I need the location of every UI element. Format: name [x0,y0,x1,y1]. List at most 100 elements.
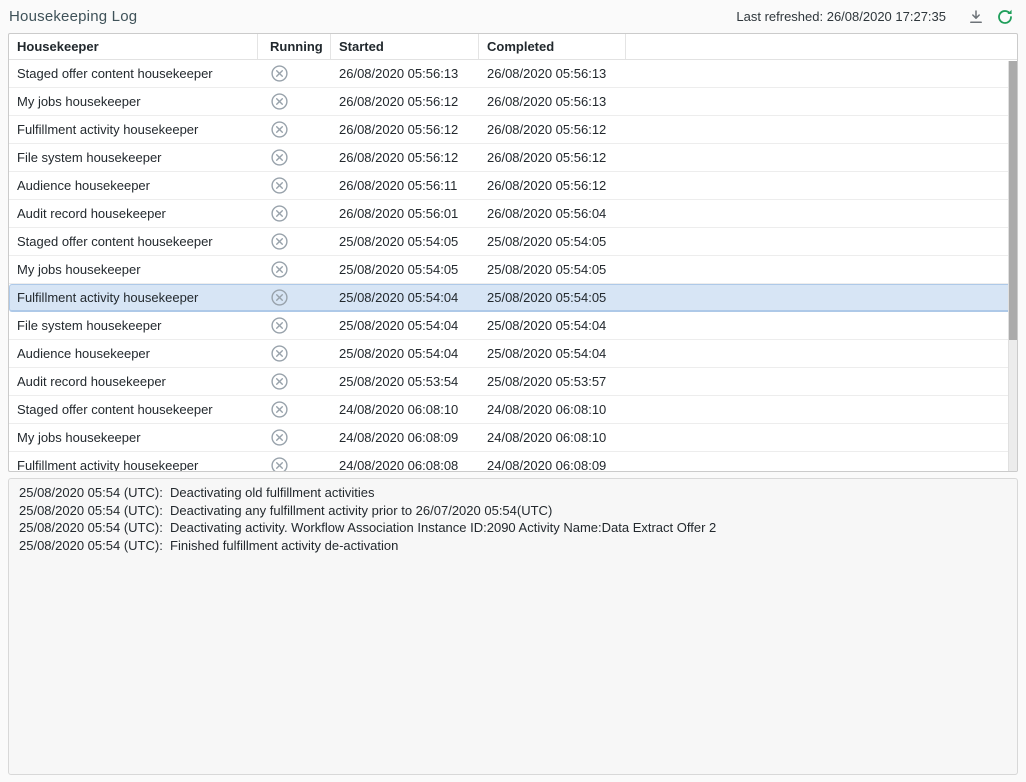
log-line: 25/08/2020 05:54 (UTC): Deactivating act… [19,519,1007,537]
housekeeper-name: My jobs housekeeper [9,424,258,451]
running-cell [258,368,331,395]
started-time: 24/08/2020 06:08:08 [331,452,479,472]
housekeeper-name: Fulfillment activity housekeeper [9,116,258,143]
housekeeper-name: My jobs housekeeper [9,88,258,115]
table-row[interactable]: Fulfillment activity housekeeper 26/08/2… [9,116,1017,144]
log-line: 25/08/2020 05:54 (UTC): Deactivating any… [19,502,1007,520]
housekeeper-name: Audit record housekeeper [9,368,258,395]
running-cell [258,452,331,472]
empty-cell [626,88,1017,115]
running-cell [258,144,331,171]
not-running-circle-x-icon [270,92,289,111]
housekeeper-name: Fulfillment activity housekeeper [9,452,258,472]
completed-time: 24/08/2020 06:08:10 [479,396,626,423]
housekeeper-name: Audience housekeeper [9,340,258,367]
topbar-actions: Last refreshed: 26/08/2020 17:27:35 [736,6,1016,28]
table-row[interactable]: Staged offer content housekeeper 25/08/2… [9,228,1017,256]
empty-cell [626,368,1017,395]
empty-cell [626,228,1017,255]
running-cell [258,116,331,143]
table-row[interactable]: File system housekeeper 26/08/2020 05:56… [9,144,1017,172]
not-running-circle-x-icon [270,344,289,363]
column-header-empty [626,34,1017,59]
table-row[interactable]: Fulfillment activity housekeeper 25/08/2… [9,284,1017,312]
housekeeper-name: My jobs housekeeper [9,256,258,283]
completed-time: 25/08/2020 05:54:05 [479,228,626,255]
running-cell [258,340,331,367]
housekeeping-table: Housekeeper Running Started Completed St… [8,33,1018,472]
table-row[interactable]: Fulfillment activity housekeeper 24/08/2… [9,452,1017,472]
table-header-row: Housekeeper Running Started Completed [9,34,1017,60]
page-title: Housekeeping Log [9,8,137,25]
started-time: 26/08/2020 05:56:11 [331,172,479,199]
table-row[interactable]: My jobs housekeeper 25/08/2020 05:54:05 … [9,256,1017,284]
log-line: 25/08/2020 05:54 (UTC): Finished fulfill… [19,537,1007,555]
completed-time: 26/08/2020 05:56:12 [479,144,626,171]
log-output-panel[interactable]: 25/08/2020 05:54 (UTC): Deactivating old… [8,478,1018,775]
last-refreshed-text: Last refreshed: 26/08/2020 17:27:35 [736,9,946,24]
started-time: 25/08/2020 05:54:04 [331,340,479,367]
housekeeper-name: Audience housekeeper [9,172,258,199]
column-header-running[interactable]: Running [258,34,331,59]
table-row[interactable]: My jobs housekeeper 26/08/2020 05:56:12 … [9,88,1017,116]
column-header-started[interactable]: Started [331,34,479,59]
completed-time: 25/08/2020 05:54:05 [479,256,626,283]
started-time: 25/08/2020 05:54:04 [331,312,479,339]
running-cell [258,396,331,423]
table-body: Staged offer content housekeeper 26/08/2… [9,60,1017,472]
started-time: 26/08/2020 05:56:12 [331,88,479,115]
table-row[interactable]: Staged offer content housekeeper 26/08/2… [9,60,1017,88]
completed-time: 25/08/2020 05:53:57 [479,368,626,395]
not-running-circle-x-icon [270,260,289,279]
started-time: 24/08/2020 06:08:09 [331,424,479,451]
not-running-circle-x-icon [270,456,289,472]
table-row[interactable]: My jobs housekeeper 24/08/2020 06:08:09 … [9,424,1017,452]
empty-cell [626,60,1017,87]
started-time: 25/08/2020 05:54:04 [331,284,479,311]
housekeeper-name: File system housekeeper [9,312,258,339]
empty-cell [626,256,1017,283]
completed-time: 26/08/2020 05:56:12 [479,116,626,143]
running-cell [258,424,331,451]
empty-cell [626,172,1017,199]
column-header-completed[interactable]: Completed [479,34,626,59]
started-time: 26/08/2020 05:56:12 [331,116,479,143]
empty-cell [626,200,1017,227]
table-row[interactable]: Audit record housekeeper 26/08/2020 05:5… [9,200,1017,228]
empty-cell [626,424,1017,451]
table-row[interactable]: Audit record housekeeper 25/08/2020 05:5… [9,368,1017,396]
not-running-circle-x-icon [270,232,289,251]
completed-time: 24/08/2020 06:08:10 [479,424,626,451]
running-cell [258,200,331,227]
refresh-icon[interactable] [994,6,1016,28]
completed-time: 26/08/2020 05:56:04 [479,200,626,227]
table-row[interactable]: File system housekeeper 25/08/2020 05:54… [9,312,1017,340]
log-line: 25/08/2020 05:54 (UTC): Deactivating old… [19,484,1007,502]
table-scrollbar[interactable] [1008,61,1017,471]
column-header-housekeeper[interactable]: Housekeeper [9,34,258,59]
empty-cell [626,340,1017,367]
not-running-circle-x-icon [270,204,289,223]
started-time: 25/08/2020 05:54:05 [331,256,479,283]
topbar: Housekeeping Log Last refreshed: 26/08/2… [0,0,1026,33]
completed-time: 25/08/2020 05:54:04 [479,312,626,339]
running-cell [258,256,331,283]
table-row[interactable]: Audience housekeeper 25/08/2020 05:54:04… [9,340,1017,368]
not-running-circle-x-icon [270,148,289,167]
table-row[interactable]: Staged offer content housekeeper 24/08/2… [9,396,1017,424]
not-running-circle-x-icon [270,64,289,83]
table-row[interactable]: Audience housekeeper 26/08/2020 05:56:11… [9,172,1017,200]
scrollbar-thumb[interactable] [1009,61,1017,340]
running-cell [258,228,331,255]
not-running-circle-x-icon [270,316,289,335]
housekeeping-log-page: Housekeeping Log Last refreshed: 26/08/2… [0,0,1026,782]
completed-time: 25/08/2020 05:54:04 [479,340,626,367]
empty-cell [626,144,1017,171]
not-running-circle-x-icon [270,120,289,139]
housekeeper-name: File system housekeeper [9,144,258,171]
running-cell [258,88,331,115]
empty-cell [626,284,1017,311]
running-cell [258,284,331,311]
running-cell [258,60,331,87]
download-icon[interactable] [965,6,987,28]
